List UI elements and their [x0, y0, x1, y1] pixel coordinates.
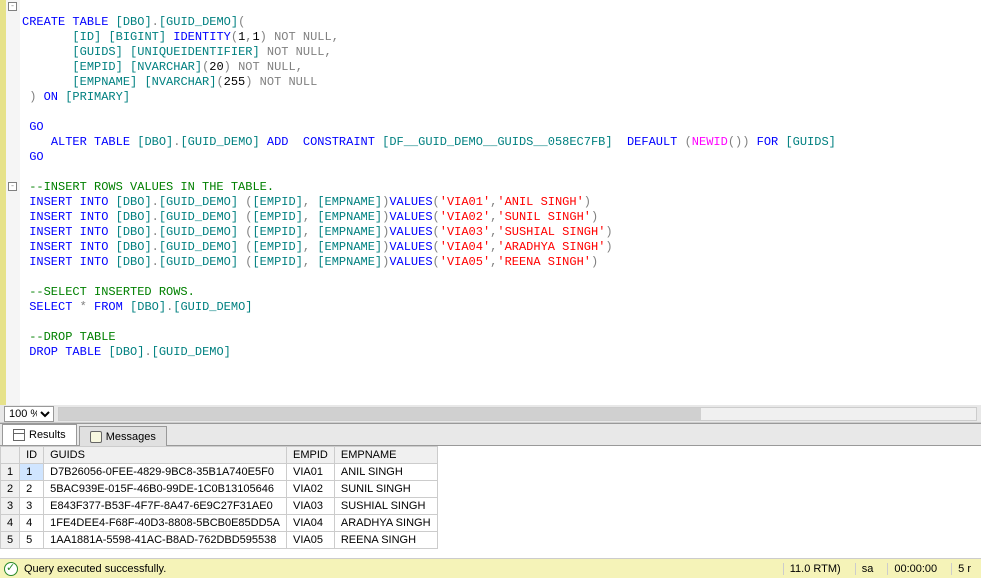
tab-results[interactable]: Results: [2, 424, 77, 445]
cell-id[interactable]: 5: [20, 532, 44, 549]
cell-empname[interactable]: SUNIL SINGH: [334, 481, 437, 498]
table-row[interactable]: 551AA1881A-5598-41AC-B8AD-762DBD595538VI…: [1, 532, 438, 549]
scrollbar-thumb[interactable]: [59, 408, 701, 420]
cell-empname[interactable]: REENA SINGH: [334, 532, 437, 549]
code-content: CREATE TABLE [DBO].[GUID_DEMO]( [ID] [BI…: [22, 0, 836, 375]
table-row[interactable]: 11D7B26056-0FEE-4829-9BC8-35B1A740E5F0VI…: [1, 464, 438, 481]
sql-editor[interactable]: - - CREATE TABLE [DBO].[GUID_DEMO]( [ID]…: [0, 0, 981, 405]
results-grid-container[interactable]: ID GUIDS EMPID EMPNAME 11D7B26056-0FEE-4…: [0, 446, 981, 559]
cell-empname[interactable]: ARADHYA SINGH: [334, 515, 437, 532]
fold-minus-icon[interactable]: -: [8, 182, 17, 191]
grid-corner: [1, 447, 20, 464]
cell-empid[interactable]: VIA05: [287, 532, 335, 549]
row-header[interactable]: 4: [1, 515, 20, 532]
cell-empid[interactable]: VIA01: [287, 464, 335, 481]
cell-empid[interactable]: VIA03: [287, 498, 335, 515]
messages-icon: [90, 431, 102, 443]
status-rowcount: 5 r: [951, 563, 977, 575]
zoom-bar: 100 %: [0, 405, 981, 423]
status-user: sa: [855, 563, 880, 575]
horizontal-scrollbar[interactable]: [58, 407, 977, 421]
status-right: 11.0 RTM) sa 00:00:00 5 r: [783, 563, 977, 575]
row-header[interactable]: 1: [1, 464, 20, 481]
status-message: Query executed successfully.: [24, 563, 166, 575]
zoom-select[interactable]: 100 %: [4, 406, 54, 422]
row-header[interactable]: 3: [1, 498, 20, 515]
success-icon: [4, 562, 18, 576]
grid-icon: [13, 429, 25, 441]
cell-guid[interactable]: 1AA1881A-5598-41AC-B8AD-762DBD595538: [44, 532, 287, 549]
results-tab-strip: Results Messages: [0, 424, 981, 446]
status-server-version: 11.0 RTM): [783, 563, 847, 575]
grid-header-row: ID GUIDS EMPID EMPNAME: [1, 447, 438, 464]
cell-empid[interactable]: VIA04: [287, 515, 335, 532]
results-pane: Results Messages ID GUIDS EMPID EMPNAME …: [0, 423, 981, 558]
status-bar: Query executed successfully. 11.0 RTM) s…: [0, 558, 981, 578]
cell-guid[interactable]: E843F377-B53F-4F7F-8A47-6E9C27F31AE0: [44, 498, 287, 515]
cell-id[interactable]: 1: [20, 464, 44, 481]
cell-id[interactable]: 4: [20, 515, 44, 532]
table-row[interactable]: 225BAC939E-015F-46B0-99DE-1C0B13105646VI…: [1, 481, 438, 498]
cell-guid[interactable]: D7B26056-0FEE-4829-9BC8-35B1A740E5F0: [44, 464, 287, 481]
cell-guid[interactable]: 1FE4DEE4-F68F-40D3-8808-5BCB0E85DD5A: [44, 515, 287, 532]
fold-minus-icon[interactable]: -: [8, 2, 17, 11]
status-elapsed: 00:00:00: [887, 563, 943, 575]
table-row[interactable]: 33E843F377-B53F-4F7F-8A47-6E9C27F31AE0VI…: [1, 498, 438, 515]
cell-id[interactable]: 2: [20, 481, 44, 498]
results-grid[interactable]: ID GUIDS EMPID EMPNAME 11D7B26056-0FEE-4…: [0, 446, 438, 549]
column-header[interactable]: EMPID: [287, 447, 335, 464]
row-header[interactable]: 2: [1, 481, 20, 498]
column-header[interactable]: EMPNAME: [334, 447, 437, 464]
fold-gutter: - -: [6, 0, 20, 405]
cell-id[interactable]: 3: [20, 498, 44, 515]
tab-messages[interactable]: Messages: [79, 426, 167, 446]
table-row[interactable]: 441FE4DEE4-F68F-40D3-8808-5BCB0E85DD5AVI…: [1, 515, 438, 532]
tab-label: Messages: [106, 431, 156, 443]
cell-empname[interactable]: SUSHIAL SINGH: [334, 498, 437, 515]
column-header[interactable]: GUIDS: [44, 447, 287, 464]
cell-empid[interactable]: VIA02: [287, 481, 335, 498]
column-header[interactable]: ID: [20, 447, 44, 464]
cell-guid[interactable]: 5BAC939E-015F-46B0-99DE-1C0B13105646: [44, 481, 287, 498]
tab-label: Results: [29, 429, 66, 441]
cell-empname[interactable]: ANIL SINGH: [334, 464, 437, 481]
row-header[interactable]: 5: [1, 532, 20, 549]
